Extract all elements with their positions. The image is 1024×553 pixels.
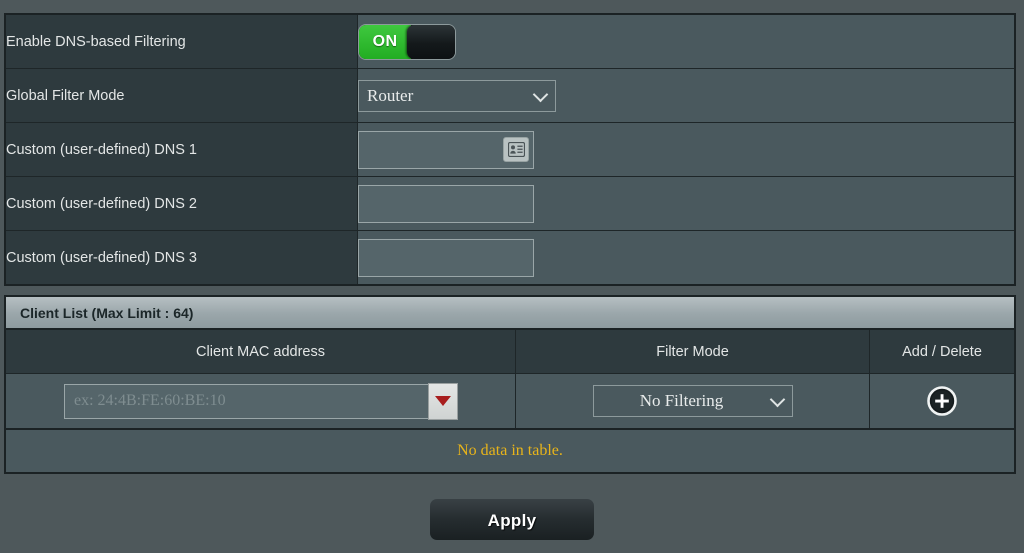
client-filter-mode-value: No Filtering bbox=[639, 391, 724, 410]
enable-dns-filtering-toggle[interactable]: ON bbox=[358, 23, 456, 60]
client-filter-mode-select[interactable]: No Filtering bbox=[592, 385, 793, 417]
client-list-entry-row: No Filtering bbox=[6, 373, 1014, 430]
dns-settings-table: Enable DNS-based Filtering ON Global Fil… bbox=[4, 13, 1016, 286]
client-list-panel: Client List (Max Limit : 64) Client MAC … bbox=[4, 295, 1016, 474]
cell-filter-mode: No Filtering bbox=[515, 373, 870, 430]
custom-dns-1-wrapper bbox=[358, 130, 534, 169]
settings-row-custom-dns-3: Custom (user-defined) DNS 3 bbox=[6, 230, 1014, 284]
global-filter-mode-value: Router bbox=[367, 85, 414, 105]
cell-mac-input bbox=[6, 373, 516, 430]
settings-label-custom-dns-3: Custom (user-defined) DNS 3 bbox=[6, 230, 358, 284]
cell-add-delete bbox=[869, 373, 1014, 430]
column-header-add-delete: Add / Delete bbox=[869, 330, 1014, 374]
settings-row-custom-dns-2: Custom (user-defined) DNS 2 bbox=[6, 176, 1014, 231]
custom-dns-3-input[interactable] bbox=[358, 238, 534, 277]
red-dropdown-triangle-icon bbox=[435, 396, 451, 406]
toggle-state-label: ON bbox=[372, 32, 398, 50]
settings-value-custom-dns-2 bbox=[357, 176, 1014, 231]
client-mac-input-wrapper bbox=[64, 382, 458, 420]
column-header-filter-mode: Filter Mode bbox=[515, 330, 870, 374]
chevron-down-icon bbox=[532, 86, 549, 102]
apply-button[interactable]: Apply bbox=[430, 499, 594, 540]
settings-row-enable-dns-filtering: Enable DNS-based Filtering ON bbox=[6, 15, 1014, 69]
client-list-table: Client MAC address Filter Mode Add / Del… bbox=[6, 330, 1014, 430]
settings-value-custom-dns-1 bbox=[357, 122, 1014, 177]
apply-button-container: Apply bbox=[0, 499, 1024, 540]
settings-value-enable-dns-filtering: ON bbox=[357, 15, 1014, 69]
settings-label-global-filter-mode: Global Filter Mode bbox=[6, 68, 358, 123]
settings-label-custom-dns-2: Custom (user-defined) DNS 2 bbox=[6, 176, 358, 231]
chevron-down-icon bbox=[769, 391, 785, 408]
column-header-client-mac-address: Client MAC address bbox=[6, 330, 516, 374]
settings-row-global-filter-mode: Global Filter Mode Router bbox=[6, 68, 1014, 123]
client-mac-dropdown-button[interactable] bbox=[428, 382, 458, 420]
settings-row-custom-dns-1: Custom (user-defined) DNS 1 bbox=[6, 122, 1014, 177]
client-list-empty-message: No data in table. bbox=[6, 430, 1014, 472]
client-list-header-row: Client MAC address Filter Mode Add / Del… bbox=[6, 330, 1014, 374]
custom-dns-2-input[interactable] bbox=[358, 184, 534, 223]
toggle-on-track: ON bbox=[359, 24, 411, 59]
settings-label-enable-dns-filtering: Enable DNS-based Filtering bbox=[6, 15, 358, 69]
plus-circle-icon[interactable] bbox=[927, 386, 957, 416]
settings-label-custom-dns-1: Custom (user-defined) DNS 1 bbox=[6, 122, 358, 177]
dns-filter-settings-page: Enable DNS-based Filtering ON Global Fil… bbox=[0, 0, 1024, 553]
contact-card-icon[interactable] bbox=[503, 136, 529, 162]
client-mac-address-input[interactable] bbox=[64, 383, 457, 419]
settings-value-custom-dns-3 bbox=[357, 230, 1014, 284]
client-list-title: Client List (Max Limit : 64) bbox=[6, 297, 1014, 330]
global-filter-mode-select[interactable]: Router bbox=[358, 79, 556, 112]
settings-value-global-filter-mode: Router bbox=[357, 68, 1014, 123]
toggle-knob[interactable] bbox=[407, 24, 455, 59]
